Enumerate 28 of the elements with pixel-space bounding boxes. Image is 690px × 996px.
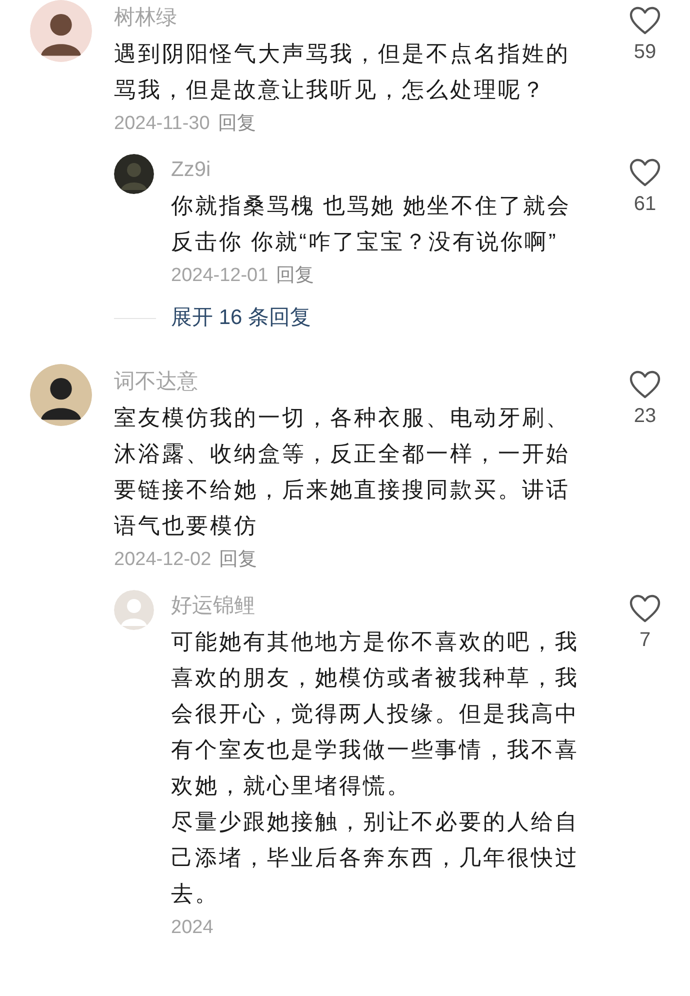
username[interactable]: 词不达意 (114, 364, 574, 400)
heart-icon[interactable] (629, 6, 661, 36)
reply-link[interactable]: 回复 (276, 260, 314, 292)
heart-icon[interactable] (629, 158, 661, 188)
username[interactable]: 好运锦鲤 (171, 588, 583, 624)
comment-text: 尽量少跟她接触，别让不必要的人给自己添堵，毕业后各奔东西，几年很快过去。 (171, 808, 580, 908)
expand-replies-link[interactable]: 展开 16 条回复 (171, 302, 312, 334)
like-count: 7 (639, 628, 651, 653)
reply-link[interactable]: 回复 (219, 544, 258, 576)
reply-link[interactable]: 回复 (218, 108, 256, 140)
avatar[interactable] (114, 154, 154, 194)
comment-date: 2024 (171, 916, 214, 940)
comment-date: 2024-11-30 (114, 112, 210, 136)
comment-date: 2024-12-02 (114, 548, 212, 572)
avatar[interactable] (30, 364, 92, 426)
username[interactable]: Zz9i (171, 152, 583, 188)
comment-text: 遇到阴阳怪气大声骂我，但是不点名指姓的骂我，但是故意让我听见，怎么处理呢？ (114, 40, 571, 104)
like-count: 23 (634, 404, 656, 429)
username[interactable]: 树林绿 (114, 0, 574, 36)
like-count: 61 (634, 192, 656, 217)
comment-date: 2024-12-01 (171, 264, 268, 288)
heart-icon[interactable] (629, 594, 661, 624)
comment-text: 室友模仿我的一切，各种衣服、电动牙刷、沐浴露、收纳盒等，反正全都一样，一开始要链接不给她，后来她直接搜同款买。讲话语气也要模仿 (114, 404, 571, 540)
heart-icon[interactable] (629, 370, 661, 400)
comment-text: 你就指桑骂槐 也骂她 她坐不住了就会反击你 你就“咋了宝宝？没有说你啊” (171, 192, 572, 256)
avatar[interactable] (30, 0, 92, 62)
like-count: 59 (634, 40, 656, 65)
comment-text: 可能她有其他地方是你不喜欢的吧，我喜欢的朋友，她模仿或者被我种草，我会很开心，觉得两人投缘。但是我高中有个室友也是学我做一些事情，我不喜欢她，就心里堵得慌。 (171, 628, 580, 800)
